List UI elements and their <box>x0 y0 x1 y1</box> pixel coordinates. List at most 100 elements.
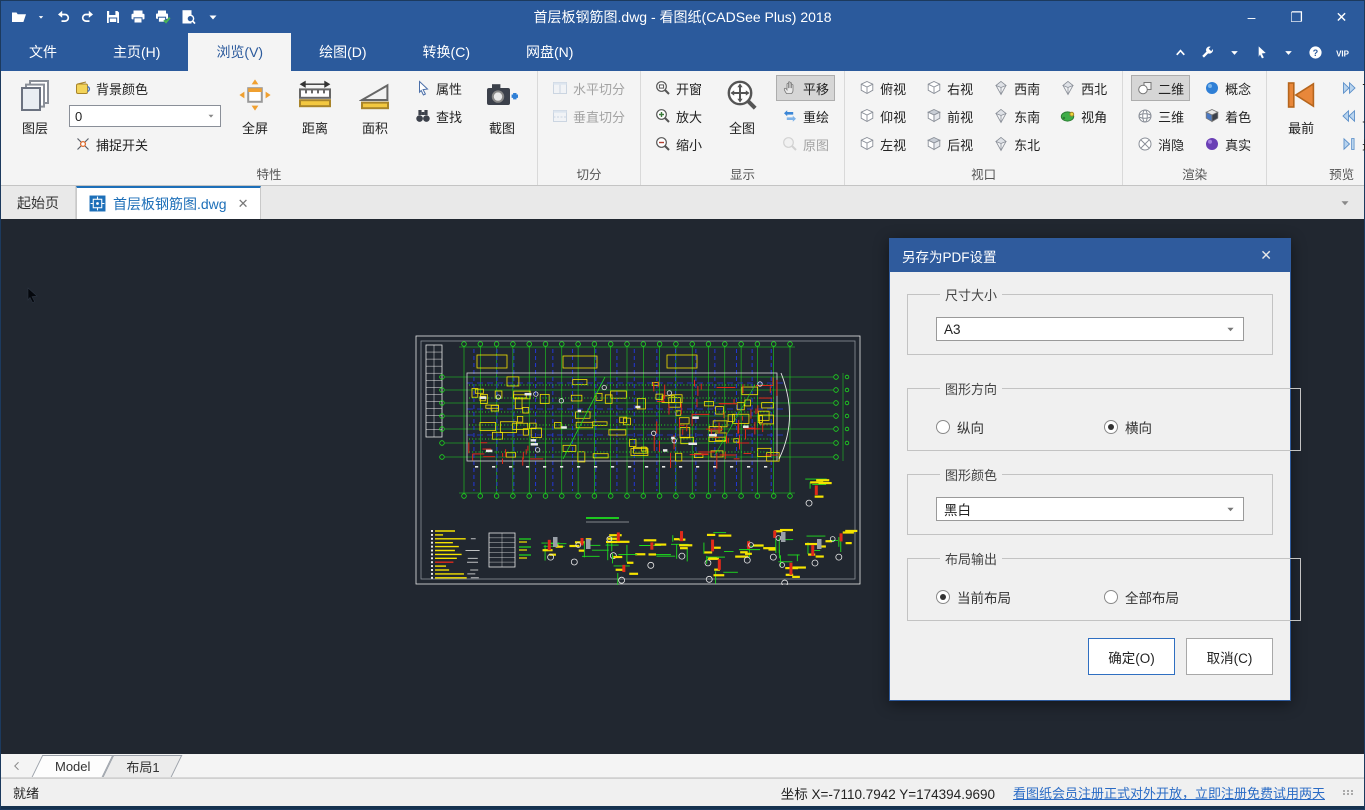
sheet-tab-layout1-label: 布局1 <box>126 757 159 776</box>
layers-button[interactable]: 图层 <box>9 75 61 137</box>
minimize-button[interactable]: – <box>1229 1 1274 33</box>
display-group-label: 显示 <box>641 164 844 183</box>
pointer-mode-button-caret-icon[interactable] <box>1281 45 1296 60</box>
preview-last-button[interactable]: 最后 <box>1335 131 1365 157</box>
right-view-button[interactable]: 右视 <box>920 75 979 101</box>
tab-convert[interactable]: 转换(C) <box>395 33 498 71</box>
save-button[interactable] <box>105 9 121 25</box>
dialog-buttons: 确定(O) 取消(C) <box>907 638 1273 675</box>
ribbon: 图层背景颜色0捕捉开关全屏距离面积属性查找截图特性水平切分垂直切分切分开窗放大缩… <box>1 71 1364 186</box>
preview-first-button[interactable]: 最前 <box>1275 75 1327 137</box>
tab-file[interactable]: 文件 <box>1 33 85 71</box>
promo-link[interactable]: 看图纸会员注册正式对外开放，立即注册免费试用两天 <box>1013 783 1325 802</box>
back-view-button[interactable]: 后视 <box>920 131 979 157</box>
cubecolor-icon <box>1204 108 1220 124</box>
render-3d-button[interactable]: 三维 <box>1131 103 1190 129</box>
open-file-button[interactable] <box>11 9 27 25</box>
redraw-icon <box>782 108 798 124</box>
layout-radio-0[interactable]: 当前布局 <box>936 587 1104 607</box>
top-view-button[interactable]: 俯视 <box>853 75 912 101</box>
redraw-button-label: 重绘 <box>803 107 829 126</box>
sheet-tab-model[interactable]: Model <box>37 755 108 777</box>
tab-close-icon[interactable]: ✕ <box>234 196 249 212</box>
vip-button[interactable]: VIP <box>1335 45 1350 60</box>
left-view-button[interactable]: 左视 <box>853 131 912 157</box>
fullscreen-button[interactable]: 全屏 <box>229 75 281 137</box>
diamond-icon <box>993 108 1009 124</box>
resize-grip[interactable] <box>1343 790 1354 795</box>
northeast-view-button[interactable]: 东北 <box>987 131 1046 157</box>
cube-icon <box>859 136 875 152</box>
southwest-view-button[interactable]: 西南 <box>987 75 1046 101</box>
help-button[interactable]: ? <box>1308 45 1323 60</box>
preview-next-button[interactable]: 下一个 <box>1335 75 1365 101</box>
cancel-button[interactable]: 取消(C) <box>1186 638 1273 675</box>
view-angle-button[interactable]: 视角 <box>1054 103 1113 129</box>
render-shaded-button[interactable]: 着色 <box>1198 103 1257 129</box>
front-view-button[interactable]: 前视 <box>920 103 979 129</box>
back-view-button-label: 后视 <box>947 135 973 154</box>
tab-active-document[interactable]: 首层板钢筋图.dwg ✕ <box>76 186 261 219</box>
tab-netdisk[interactable]: 网盘(N) <box>498 33 601 71</box>
diamond-icon <box>993 136 1009 152</box>
cube-icon <box>859 80 875 96</box>
collapse-ribbon-button[interactable] <box>1173 45 1188 60</box>
tab-list-dropdown-icon[interactable] <box>1338 186 1364 219</box>
tab-home[interactable]: 主页(H) <box>85 33 188 71</box>
snap-toggle-button-label: 捕捉开关 <box>96 135 148 154</box>
fit-all-button[interactable]: 全图 <box>716 75 768 137</box>
ok-button[interactable]: 确定(O) <box>1088 638 1175 675</box>
paper-size-select[interactable]: A3 <box>936 317 1244 341</box>
sheet-tab-layout1[interactable]: 布局1 <box>108 755 177 777</box>
southeast-view-button[interactable]: 东南 <box>987 103 1046 129</box>
close-button[interactable]: ✕ <box>1319 1 1364 33</box>
redraw-button[interactable]: 重绘 <box>776 103 835 129</box>
properties-button[interactable]: 属性 <box>409 75 468 101</box>
undo-button[interactable] <box>55 9 71 25</box>
redo-button[interactable] <box>80 9 96 25</box>
drawing-color-select[interactable]: 黑白 <box>936 497 1244 521</box>
northwest-view-button[interactable]: 西北 <box>1054 75 1113 101</box>
distance-button-label: 距离 <box>302 118 328 137</box>
tab-draw[interactable]: 绘图(D) <box>291 33 394 71</box>
preview-prev-button[interactable]: 上一个 <box>1335 103 1365 129</box>
tab-start-page[interactable]: 起始页 <box>1 186 76 219</box>
maximize-button[interactable]: ❐ <box>1274 1 1319 33</box>
render-2d-button[interactable]: 二维 <box>1131 75 1190 101</box>
area-button[interactable]: 面积 <box>349 75 401 137</box>
bottom-view-button[interactable]: 仰视 <box>853 103 912 129</box>
layout-radio-circle <box>936 590 950 604</box>
properties-group-content: 图层 背景颜色 0 捕捉开关 全屏距离 面积属性查找截图 <box>9 75 528 167</box>
screenshot-button[interactable]: 截图 <box>476 75 528 137</box>
status-text: 就绪 <box>13 783 39 802</box>
tools-button[interactable] <box>1200 45 1215 60</box>
layer-select[interactable]: 0 <box>69 105 221 127</box>
dialog-close-icon[interactable]: ✕ <box>1254 247 1278 264</box>
layout-radio-circle <box>1104 590 1118 604</box>
drawing-canvas[interactable]: 另存为PDF设置 ✕ 尺寸大小 A3 图形方向 纵向横向 图形颜色 <box>1 219 1364 754</box>
zoom-window-button[interactable]: 开窗 <box>649 75 708 101</box>
zoom-in-button[interactable]: 放大 <box>649 103 708 129</box>
orientation-radio-0[interactable]: 纵向 <box>936 417 1104 437</box>
layout-radio-1[interactable]: 全部布局 <box>1104 587 1272 607</box>
background-color-button-label: 背景颜色 <box>96 79 148 98</box>
distance-button[interactable]: 距离 <box>289 75 341 137</box>
render-realistic-button[interactable]: 真实 <box>1198 131 1257 157</box>
tab-browse[interactable]: 浏览(V) <box>188 33 291 71</box>
find-button[interactable]: 查找 <box>409 103 468 129</box>
tools-button-caret-icon[interactable] <box>1227 45 1242 60</box>
print-button[interactable] <box>130 9 146 25</box>
orientation-radio-1[interactable]: 横向 <box>1104 417 1272 437</box>
background-color-button[interactable]: 背景颜色 <box>69 75 221 101</box>
print-preview-button[interactable] <box>180 9 196 25</box>
batch-print-button[interactable] <box>155 9 171 25</box>
render-realistic-button-label: 真实 <box>1225 135 1251 154</box>
snap-toggle-button[interactable]: 捕捉开关 <box>69 131 221 157</box>
render-concept-button[interactable]: 概念 <box>1198 75 1257 101</box>
pointer-mode-button[interactable] <box>1254 45 1269 60</box>
customize-toolbar-button[interactable] <box>205 9 221 25</box>
pan-button[interactable]: 平移 <box>776 75 835 101</box>
render-hidden-button[interactable]: 消隐 <box>1131 131 1190 157</box>
zoom-out-button[interactable]: 缩小 <box>649 131 708 157</box>
open-file-button-caret-icon[interactable] <box>36 12 46 22</box>
